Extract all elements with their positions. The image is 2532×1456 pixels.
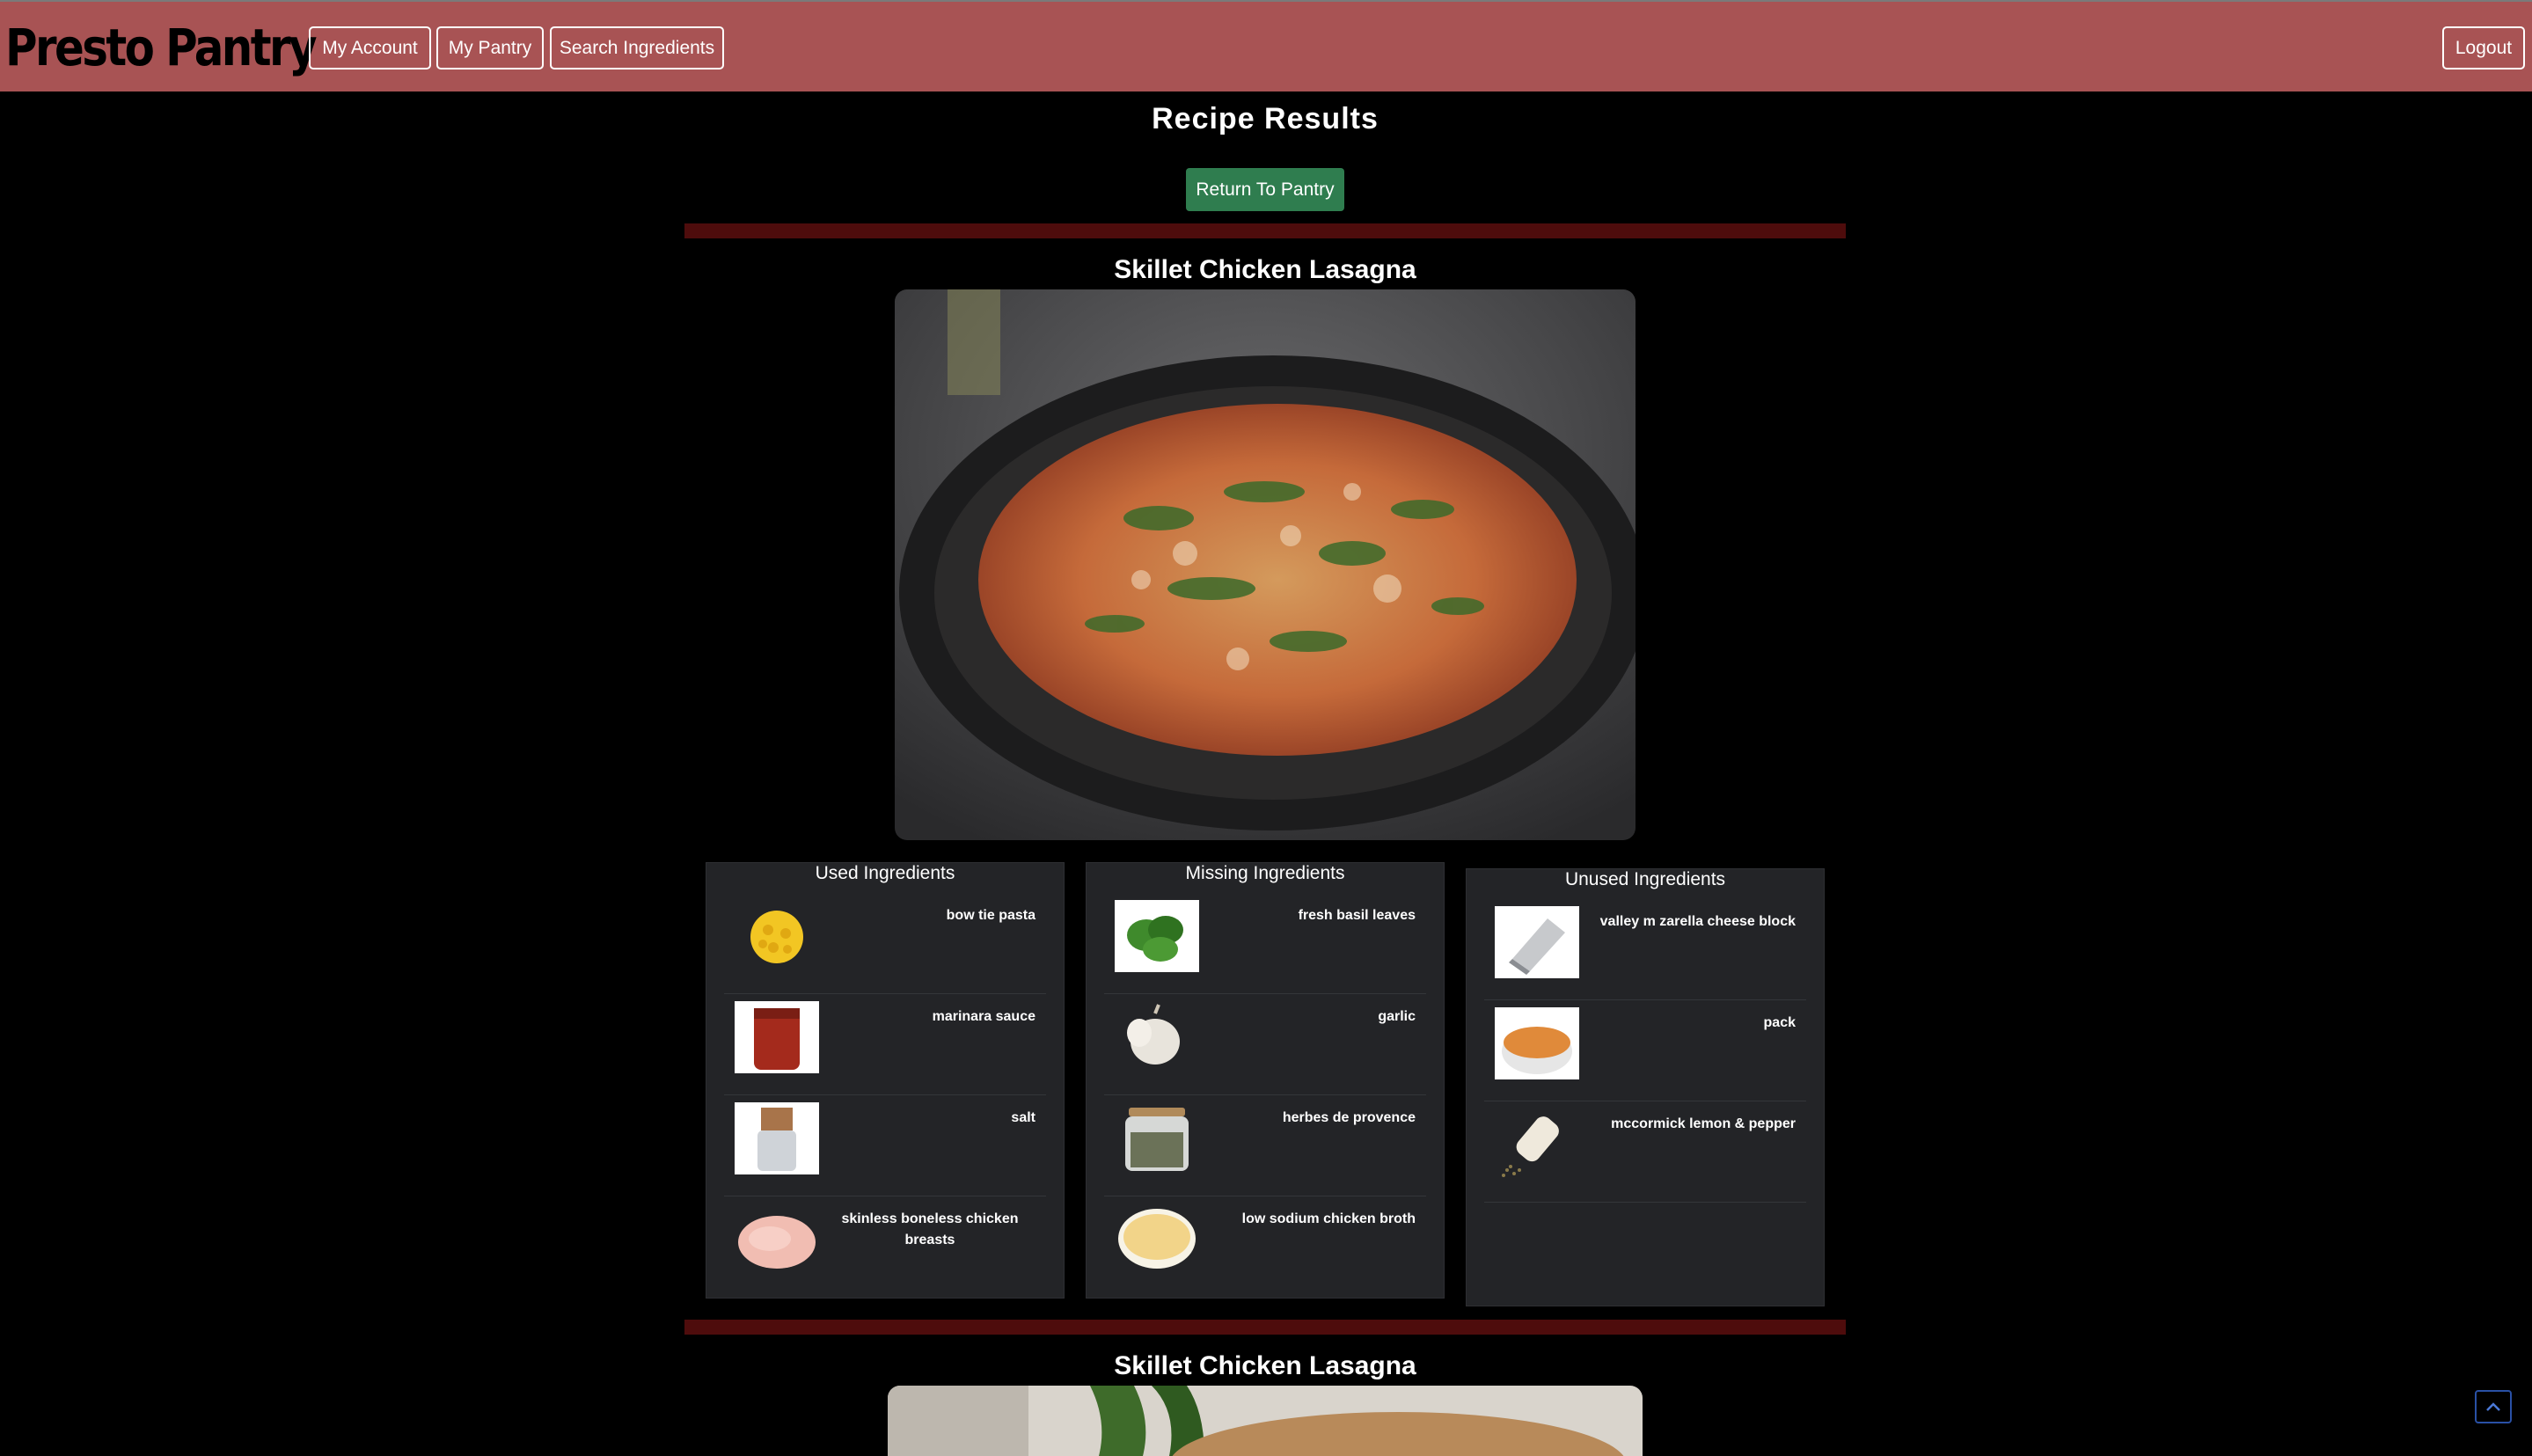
return-to-pantry-button[interactable]: Return To Pantry — [1186, 168, 1344, 211]
my-account-button[interactable]: My Account — [309, 26, 431, 70]
list-item: fresh basil leaves — [1104, 893, 1426, 994]
ingredient-name: bow tie pasta — [946, 908, 1035, 923]
recipe-title[interactable]: Skillet Chicken Lasagna — [0, 255, 2530, 285]
list-item: mccormick lemon & pepper — [1484, 1101, 1806, 1203]
used-ingredients-heading: Used Ingredients — [815, 863, 955, 883]
list-item: skinless boneless chicken breasts — [724, 1196, 1046, 1298]
skillet-lasagna-photo — [895, 289, 1636, 840]
recipe-divider — [684, 1320, 1846, 1335]
ingredient-name: herbes de provence — [1282, 1110, 1416, 1125]
ingredient-name: skinless boneless chicken breasts — [841, 1211, 1019, 1247]
recipe-image[interactable] — [888, 1386, 1643, 1456]
ingredient-name: fresh basil leaves — [1298, 908, 1416, 923]
list-item: marinara sauce — [724, 994, 1046, 1095]
recipe-title[interactable]: Skillet Chicken Lasagna — [0, 1351, 2530, 1381]
recipe-divider — [684, 223, 1846, 238]
ingredient-name: pack — [1763, 1015, 1796, 1030]
used-ingredients-card: Used Ingredients bow tie pasta marinara … — [706, 862, 1065, 1299]
list-item: salt — [724, 1095, 1046, 1196]
ingredient-name: marinara sauce — [932, 1009, 1035, 1024]
ingredient-name: low sodium chicken broth — [1241, 1211, 1416, 1226]
list-item: herbes de provence — [1104, 1095, 1426, 1196]
chevron-up-icon — [2486, 1402, 2500, 1411]
my-pantry-button[interactable]: My Pantry — [436, 26, 544, 70]
missing-ingredients-card: Missing Ingredients fresh basil leaves g… — [1086, 862, 1445, 1299]
search-ingredients-button[interactable]: Search Ingredients — [550, 26, 724, 70]
missing-ingredients-heading: Missing Ingredients — [1185, 863, 1345, 883]
list-item: bow tie pasta — [724, 893, 1046, 994]
navbar: Presto Pantry My Account My Pantry Searc… — [0, 0, 2532, 91]
unused-ingredients-heading: Unused Ingredients — [1564, 869, 1726, 889]
brand-logo[interactable]: Presto Pantry — [5, 18, 318, 77]
ingredient-name: salt — [1011, 1110, 1035, 1125]
list-item: valley m zarella cheese block — [1484, 899, 1806, 1000]
chicken-breast-image — [735, 1204, 819, 1276]
list-item: garlic — [1104, 994, 1426, 1095]
unused-ingredients-card: Unused Ingredients valley m zarella chee… — [1466, 868, 1825, 1306]
recipe-image[interactable] — [895, 289, 1636, 840]
ingredient-name: mccormick lemon & pepper — [1611, 1116, 1796, 1131]
page-title: Recipe Results — [1152, 102, 1379, 135]
recipe-photo — [888, 1386, 1643, 1456]
list-item: pack — [1484, 1000, 1806, 1101]
logout-button[interactable]: Logout — [2442, 26, 2525, 70]
list-item: low sodium chicken broth — [1104, 1196, 1426, 1298]
ingredient-name: valley m zarella cheese block — [1599, 914, 1796, 929]
ingredient-name: garlic — [1378, 1009, 1416, 1024]
scroll-to-top-button[interactable] — [2475, 1390, 2512, 1423]
